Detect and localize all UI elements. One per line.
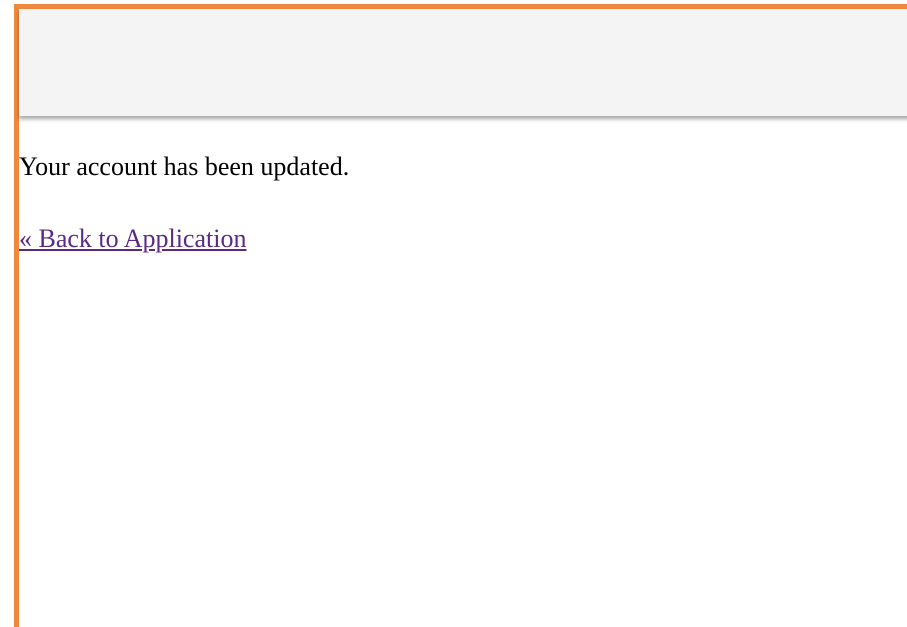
page-frame: Your account has been updated. « Back to… <box>14 4 907 627</box>
page-viewport: Your account has been updated. « Back to… <box>0 0 907 627</box>
back-to-application-link[interactable]: « Back to Application <box>19 224 246 254</box>
header-bar <box>19 9 907 116</box>
main-content: Your account has been updated. « Back to… <box>19 152 349 254</box>
account-updated-message: Your account has been updated. <box>19 152 350 181</box>
